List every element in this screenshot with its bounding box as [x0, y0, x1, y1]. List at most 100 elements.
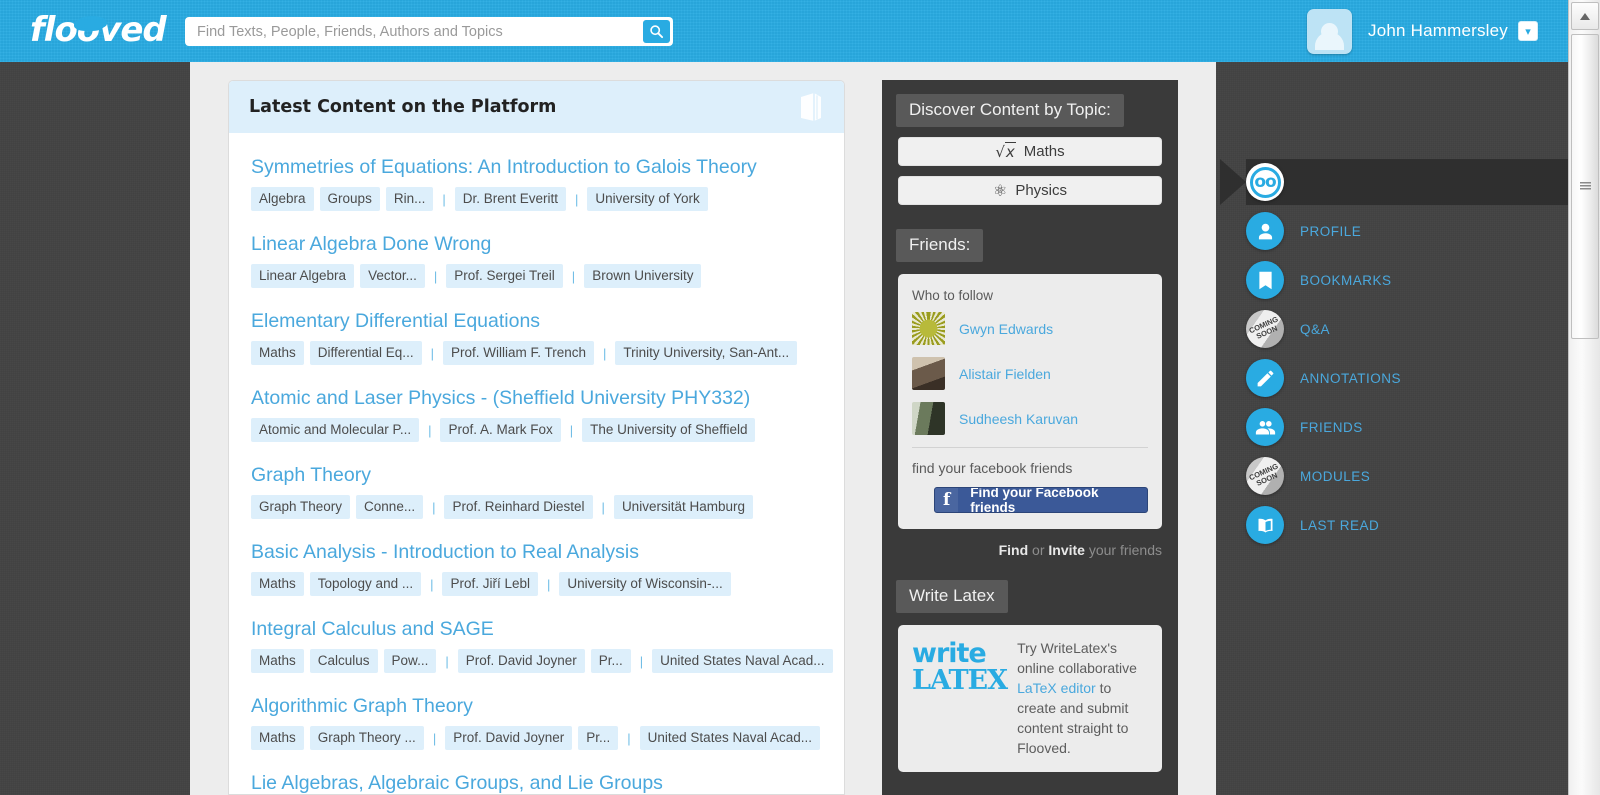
- nav-item-annotations[interactable]: ANNOTATIONS: [1246, 355, 1401, 401]
- top-navigation-bar: flooved John Hammersley ▾: [0, 0, 1568, 62]
- coming-soon-icon: COMING SOON: [1246, 310, 1284, 348]
- topic-tag[interactable]: Maths: [251, 572, 304, 596]
- search-input[interactable]: [185, 17, 635, 46]
- author-tag[interactable]: Prof. Jiří Lebl: [442, 572, 539, 596]
- content-title-link[interactable]: Basic Analysis - Introduction to Real An…: [251, 540, 824, 565]
- latex-editor-link[interactable]: LaTeX editor: [1017, 680, 1096, 696]
- topic-tag[interactable]: Topology and ...: [309, 572, 422, 596]
- topic-tag[interactable]: Graph Theory ...: [309, 726, 424, 750]
- topic-tag[interactable]: Graph Theory: [251, 495, 351, 519]
- institution-tag[interactable]: The University of Sheffield: [582, 418, 756, 442]
- flooved-logo[interactable]: flooved: [30, 10, 167, 50]
- author-tag[interactable]: Pr...: [578, 726, 619, 750]
- topic-tag[interactable]: Atomic and Molecular P...: [251, 418, 420, 442]
- author-tag[interactable]: Prof. Reinhard Diestel: [444, 495, 593, 519]
- friend-avatar[interactable]: [912, 357, 945, 390]
- search-button[interactable]: [643, 20, 670, 43]
- pencil-icon: [1246, 359, 1284, 397]
- discover-sidebar: Discover Content by Topic: √x Maths ⚛ Ph…: [882, 80, 1178, 795]
- nav-item-modules[interactable]: COMING SOON MODULES: [1246, 453, 1370, 499]
- find-link[interactable]: Find: [999, 542, 1029, 558]
- latex-text-1: Try WriteLatex's online collaborative: [1017, 640, 1137, 676]
- author-tag[interactable]: Prof. A. Mark Fox: [440, 418, 561, 442]
- writelatex-logo-top: write: [912, 638, 987, 669]
- open-book-icon: [1258, 518, 1272, 532]
- invite-link[interactable]: Invite: [1048, 542, 1085, 558]
- topic-tag[interactable]: Rin...: [385, 187, 434, 211]
- topic-tag[interactable]: Maths: [251, 649, 304, 673]
- search-icon: [650, 25, 664, 39]
- institution-tag[interactable]: Brown University: [584, 264, 702, 288]
- institution-tag[interactable]: United States Naval Acad...: [652, 649, 833, 673]
- people-icon: [1255, 420, 1275, 434]
- coming-soon-badge: COMING SOON: [1247, 314, 1280, 341]
- content-title-link[interactable]: Atomic and Laser Physics - (Sheffield Un…: [251, 386, 824, 411]
- content-title-link[interactable]: Elementary Differential Equations: [251, 309, 824, 334]
- scrollbar-up-button[interactable]: [1571, 2, 1599, 30]
- people-icon: [1246, 408, 1284, 446]
- author-tag[interactable]: Prof. David Joyner: [457, 649, 585, 673]
- topic-button-maths[interactable]: √x Maths: [898, 137, 1162, 166]
- topic-tag[interactable]: Differential Eq...: [309, 341, 422, 365]
- topic-tag[interactable]: Linear Algebra: [251, 264, 355, 288]
- author-tag[interactable]: Prof. Sergei Treil: [446, 264, 563, 288]
- open-book-icon: [1246, 506, 1284, 544]
- content-title-link[interactable]: Lie Algebras, Algebraic Groups, and Lie …: [251, 771, 824, 794]
- author-tag[interactable]: Pr...: [590, 649, 631, 673]
- nav-item-q-a[interactable]: COMING SOON Q&A: [1246, 306, 1330, 352]
- institution-tag[interactable]: Trinity University, San-Ant...: [615, 341, 798, 365]
- nav-item-last-read[interactable]: LAST READ: [1246, 502, 1379, 548]
- facebook-prompt: find your facebook friends: [912, 460, 1073, 476]
- tag-row: Maths Topology and ... | Prof. Jiří Lebl | Un…: [251, 572, 824, 596]
- institution-tag[interactable]: United States Naval Acad...: [639, 726, 820, 750]
- nav-item-friends[interactable]: FRIENDS: [1246, 404, 1363, 450]
- topic-tag[interactable]: Vector...: [360, 264, 425, 288]
- content-title-link[interactable]: Symmetries of Equations: An Introduction…: [251, 155, 824, 180]
- nav-item-bookmarks[interactable]: BOOKMARKS: [1246, 257, 1392, 303]
- avatar: [1307, 8, 1352, 54]
- list-item: Symmetries of Equations: An Introduction…: [229, 155, 844, 211]
- tag-separator: |: [430, 576, 434, 592]
- bookmark-icon: [1246, 261, 1284, 299]
- content-title-link[interactable]: Integral Calculus and SAGE: [251, 617, 824, 642]
- nav-active-pointer-icon: [1220, 159, 1246, 205]
- content-title-link[interactable]: Algorithmic Graph Theory: [251, 694, 824, 719]
- friend-name-link[interactable]: Gwyn Edwards: [959, 321, 1053, 337]
- friend-avatar[interactable]: [912, 402, 945, 435]
- logo-text: flooved: [30, 10, 167, 50]
- topic-tag[interactable]: Conne...: [356, 495, 424, 519]
- tag-row: Maths Calculus Pow... | Prof. David Joyner Pr…: [251, 649, 833, 673]
- page-root: flooved John Hammersley ▾ Latest Content: [0, 0, 1600, 795]
- topic-button-physics[interactable]: ⚛ Physics: [898, 176, 1162, 205]
- content-title-link[interactable]: Linear Algebra Done Wrong: [251, 232, 824, 257]
- who-to-follow-label: Who to follow: [912, 288, 994, 303]
- friend-name-link[interactable]: Alistair Fielden: [959, 366, 1051, 382]
- user-menu[interactable]: John Hammersley ▾: [1307, 8, 1538, 54]
- topic-tag[interactable]: Groups: [319, 187, 380, 211]
- author-tag[interactable]: Dr. Brent Everitt: [454, 187, 567, 211]
- nav-item-homepage[interactable]: ooHOMEPAGE: [1220, 159, 1568, 205]
- tag-separator: |: [432, 499, 436, 515]
- scrollbar[interactable]: [1568, 0, 1600, 795]
- find-invite-or: or: [1028, 542, 1049, 558]
- list-item: Algorithmic Graph Theory Maths Graph Theor…: [229, 694, 844, 750]
- topic-tag[interactable]: Pow...: [383, 649, 437, 673]
- friend-avatar[interactable]: [912, 312, 945, 345]
- find-facebook-friends-button[interactable]: f Find your Facebook friends: [934, 487, 1148, 513]
- content-title-link[interactable]: Graph Theory: [251, 463, 824, 488]
- topic-tag[interactable]: Maths: [251, 726, 304, 750]
- institution-tag[interactable]: University of Wisconsin-...: [559, 572, 731, 596]
- author-tag[interactable]: Prof. David Joyner: [445, 726, 573, 750]
- topic-tag[interactable]: Algebra: [251, 187, 314, 211]
- chevron-down-icon[interactable]: ▾: [1518, 21, 1538, 41]
- binoculars-glyph: oo: [1249, 166, 1281, 198]
- institution-tag[interactable]: Universität Hamburg: [613, 495, 753, 519]
- topic-tag[interactable]: Maths: [251, 341, 304, 365]
- nav-item-profile[interactable]: PROFILE: [1246, 208, 1361, 254]
- topic-tag[interactable]: Calculus: [309, 649, 378, 673]
- institution-tag[interactable]: University of York: [587, 187, 708, 211]
- tag-row: Atomic and Molecular P... | Prof. A. Mark …: [251, 418, 824, 442]
- scrollbar-thumb[interactable]: [1571, 34, 1599, 339]
- author-tag[interactable]: Prof. William F. Trench: [442, 341, 594, 365]
- friend-name-link[interactable]: Sudheesh Karuvan: [959, 411, 1078, 427]
